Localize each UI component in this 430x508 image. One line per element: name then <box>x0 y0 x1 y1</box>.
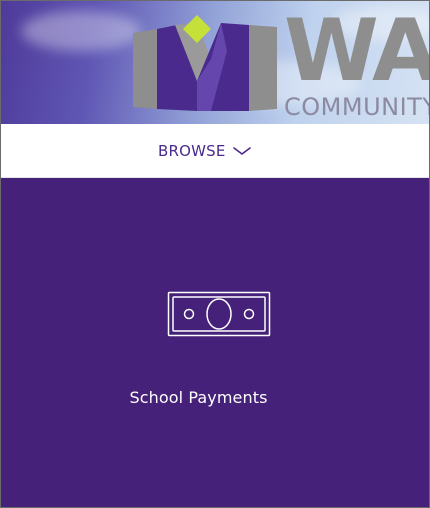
browse-label: BROWSE <box>158 142 226 160</box>
brand-wordmark[interactable]: WA <box>284 1 429 101</box>
brand-subtitle: COMMUNITY <box>284 93 430 121</box>
app-frame: WA COMMUNITY BROWSE School Payments <box>0 0 430 508</box>
chevron-down-icon <box>232 147 251 155</box>
header-banner: WA COMMUNITY <box>1 1 430 124</box>
tile-label: School Payments <box>129 388 268 407</box>
main-content: School Payments <box>1 178 429 507</box>
browse-bar: BROWSE <box>1 124 429 178</box>
cloud-decoration <box>21 11 141 51</box>
money-bill-icon <box>167 291 271 337</box>
community-logo-icon[interactable] <box>131 11 281 116</box>
browse-menu-button[interactable]: BROWSE <box>158 138 252 164</box>
tile-school-payments[interactable]: School Payments <box>101 268 331 428</box>
